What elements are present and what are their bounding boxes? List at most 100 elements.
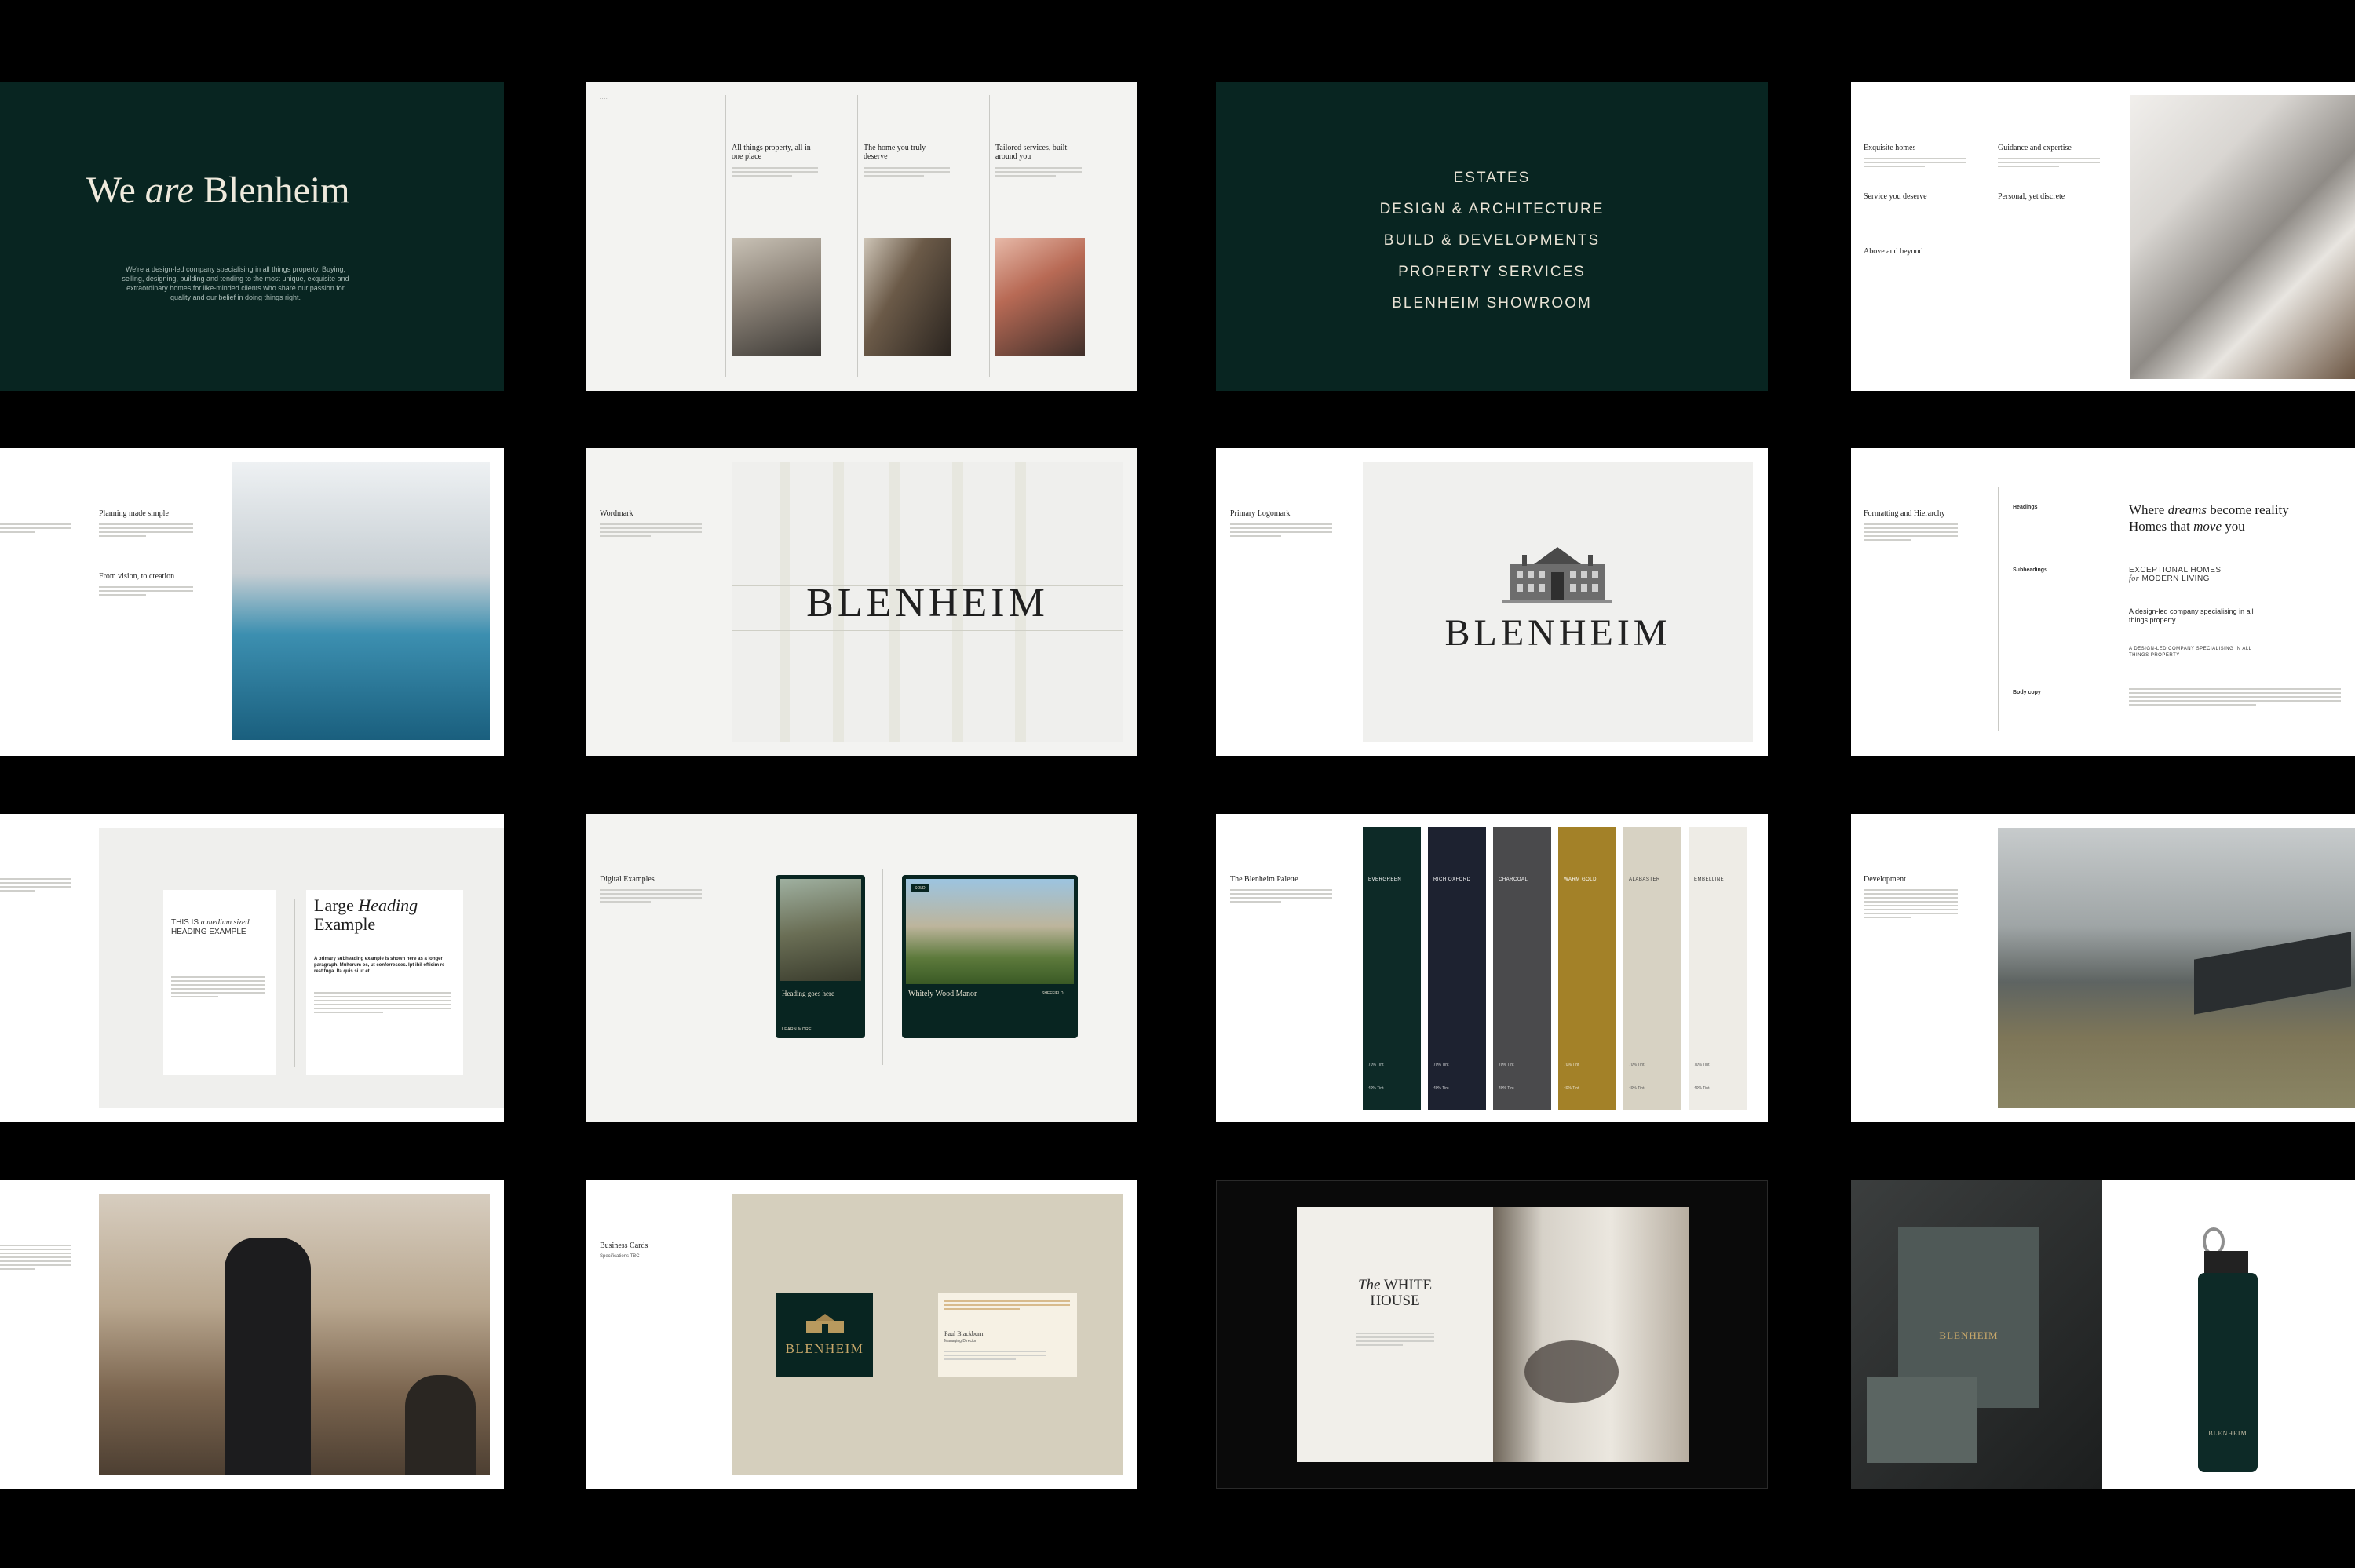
construction-photo [99,1194,490,1475]
value-heading: Above and beyond [1864,247,1923,256]
slide-three-columns: ···· All things property, all in one pla… [586,82,1137,391]
section-label: The Blenheim Palette [1230,875,1298,884]
marble-photo [2130,95,2355,379]
swatch-tint-label: 40% Tint [1629,1086,1645,1091]
value-heading: Personal, yet discrete [1998,192,2065,201]
slide-merchandise: BLENHEIM BLENHEIM [1851,1180,2355,1489]
large-heading-card: Large Heading Example A primary subheadin… [306,890,463,1075]
body-text-placeholder [99,523,193,539]
wordmark-panel: BLENHEIM [732,462,1123,742]
body-text-placeholder [2129,688,2341,708]
brochure-title: The WHITE HOUSE [1357,1277,1433,1309]
title-emphasis: are [144,170,194,211]
card-logo: BLENHEIM [785,1341,864,1356]
body-text-placeholder [995,167,1082,179]
slide-services: ESTATES DESIGN & ARCHITECTURE BUILD & DE… [1216,82,1768,391]
subheading-example: A design-led company specialising in all… [2129,607,2254,624]
swatch-tint-label: 40% Tint [1433,1086,1449,1091]
gift-box [1867,1377,1977,1463]
body-text-placeholder [1230,523,1332,539]
card-front: BLENHEIM [776,1293,873,1377]
status-badge: SOLD [911,884,929,892]
service-item: BUILD & DEVELOPMENTS [1383,232,1601,249]
slide-we-are-blenheim: We are Blenheim We're a design-led compa… [0,82,504,391]
column-heading: Tailored services, built around you [995,144,1068,161]
property-card: SOLD Whitely Wood Manor SHEFFIELD [902,875,1078,1038]
body-text-placeholder [0,1245,71,1272]
swatch-tint-label: 70% Tint [1499,1063,1514,1067]
swatch-embelline: EMBELLINE 70% Tint 40% Tint [1689,827,1747,1110]
spec-label: Headings [2013,505,2038,510]
slide-heading-examples: THIS IS a medium sized HEADING EXAMPLE La… [0,814,504,1122]
intro-text: We're a design-led company specialising … [122,265,349,301]
body-text-placeholder [99,586,193,598]
body-text-placeholder [0,878,71,894]
slide-title: We are Blenheim [86,169,350,212]
slide-digital-examples: Digital Examples Heading goes here LEARN… [586,814,1137,1122]
bag-logo: BLENHEIM [1939,1329,1999,1341]
swatch-rich-oxford: RICH OXFORD 70% Tint 40% Tint [1428,827,1486,1110]
section-label: Wordmark [600,509,633,518]
phone-heading: Heading goes here [782,990,834,997]
swatch-tint-label: 40% Tint [1564,1086,1579,1091]
logomark-panel: BLENHEIM [1363,462,1753,742]
section-sub: Specifications TBC [600,1254,640,1259]
column-heading: All things property, all in one place [732,144,811,161]
swatch-alabaster: ALABASTER 70% Tint 40% Tint [1623,827,1681,1110]
house-icon [806,1314,844,1333]
service-item: DESIGN & ARCHITECTURE [1379,201,1605,217]
interior-photo [732,238,821,356]
spec-label: Body copy [2013,690,2041,695]
swatch-tint-label: 40% Tint [1368,1086,1384,1091]
column-rule [725,95,726,377]
body-text-placeholder [600,889,702,905]
section-label: Development [1864,875,1906,884]
card-role: Managing Director [944,1339,977,1344]
property-title: Whitely Wood Manor [908,990,977,998]
slide-palette: The Blenheim Palette EVERGREEN 70% Tint 40… [1216,814,1768,1122]
medium-heading-card: THIS IS a medium sized HEADING EXAMPLE [163,890,276,1075]
slide-business-cards: Business Cards Specifications TBC BLENHE… [586,1180,1137,1489]
examples-panel: THIS IS a medium sized HEADING EXAMPLE La… [99,828,504,1108]
column-rule [857,95,858,377]
pool-photo [232,462,490,740]
slide-wordmark: Wordmark BLENHEIM [586,448,1137,756]
phone-mockup: Heading goes here LEARN MORE [776,875,865,1038]
wordmark: BLENHEIM [806,581,1049,625]
brochure-right-page [1493,1207,1689,1462]
service-item: ESTATES [1453,170,1531,186]
body-text-placeholder [600,523,702,539]
slide-development: Development [1851,814,2355,1122]
bottle-logo: BLENHEIM [2208,1430,2247,1437]
heading-example: Where dreams become reality Homes that m… [2129,502,2289,534]
bottle-area: BLENHEIM [2102,1180,2355,1489]
section-label: Business Cards [600,1242,648,1250]
slide-pool: Planning made simple From vision, to cre… [0,448,504,756]
fashion-photo [864,238,951,356]
swatch-charcoal: CHARCOAL 70% Tint 40% Tint [1493,827,1551,1110]
column-rule [989,95,990,377]
slide-typography: Formatting and Hierarchy Headings Subhea… [1851,448,2355,756]
service-item: PROPERTY SERVICES [1398,264,1586,280]
swatch-tint-label: 40% Tint [1499,1086,1514,1091]
subheading-example: EXCEPTIONAL HOMES for MODERN LIVING [2129,566,2222,583]
body-text-placeholder [1998,158,2100,170]
section-heading: From vision, to creation [99,572,175,581]
value-heading: Exquisite homes [1864,144,1916,152]
swatch-tint-label: 40% Tint [1694,1086,1710,1091]
swatch-name: EVERGREEN [1368,877,1402,882]
title-post: Blenheim [193,170,350,211]
swatch-name: RICH OXFORD [1433,877,1471,882]
section-label: Formatting and Hierarchy [1864,509,1945,518]
worker-figure [225,1238,311,1475]
swatch-tint-label: 70% Tint [1433,1063,1449,1067]
swatch-evergreen: EVERGREEN 70% Tint 40% Tint [1363,827,1421,1110]
learn-more-button[interactable]: LEARN MORE [782,1027,812,1032]
swatch-tint-label: 70% Tint [1368,1063,1384,1067]
swatch-name: CHARCOAL [1499,877,1528,882]
value-heading: Service you deserve [1864,192,1927,201]
slide-values: Exquisite homes Service you deserve Abov… [1851,82,2355,391]
card-back: Paul Blackburn Managing Director [938,1293,1077,1377]
body-text-placeholder [864,167,950,179]
slide-logomark: Primary Logomark BLENHEIM [1216,448,1768,756]
